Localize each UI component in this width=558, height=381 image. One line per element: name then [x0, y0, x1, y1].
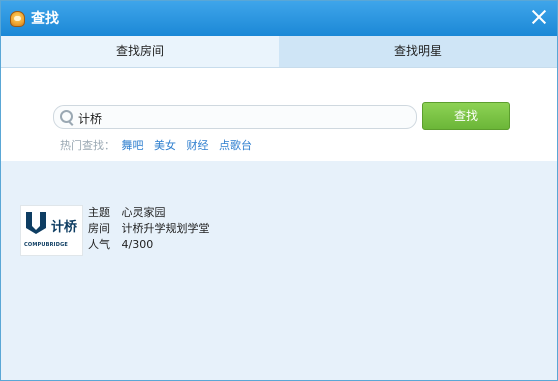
room-thumbnail[interactable]: 计桥 COMPUBRIDGE [20, 205, 83, 256]
close-icon[interactable] [529, 7, 549, 27]
search-button[interactable]: 查找 [422, 102, 510, 130]
topic-value: 心灵家园 [121, 206, 166, 219]
search-input[interactable] [76, 108, 410, 128]
search-icon [60, 110, 73, 123]
search-area: 查找 热门查找： 舞吧 美女 财经 点歌台 [1, 68, 557, 161]
popularity-value: 4/300 [121, 238, 154, 251]
info-row-topic: 主题 心灵家园 [88, 205, 210, 221]
tab-find-star[interactable]: 查找明星 [279, 36, 557, 67]
app-logo-icon [10, 11, 25, 27]
hot-link-finance[interactable]: 财经 [187, 139, 209, 152]
room-info: 主题 心灵家园 房间 计桥升学规划学堂 人气 4/300 [88, 205, 210, 253]
window-title: 查找 [31, 11, 59, 27]
title-bar: 查找 [1, 1, 557, 36]
info-row-room: 房间 计桥升学规划学堂 [88, 221, 210, 237]
tab-find-room[interactable]: 查找房间 [1, 36, 279, 67]
search-window: 查找 查找房间 查找明星 查找 热门查找： 舞吧 美女 财经 点歌台 计桥 [0, 0, 558, 381]
room-key: 房间 [88, 222, 110, 235]
hot-link-beauty[interactable]: 美女 [154, 139, 176, 152]
logo-text: 计桥 [51, 220, 78, 235]
hot-search-label: 热门查找： [60, 139, 115, 152]
search-box[interactable] [53, 105, 417, 129]
tab-bar: 查找房间 查找明星 [1, 36, 557, 68]
room-value: 计桥升学规划学堂 [121, 222, 210, 235]
room-result-card[interactable]: 计桥 COMPUBRIDGE 主题 心灵家园 房间 计桥升学规划学堂 人气 4/… [20, 205, 420, 256]
topic-key: 主题 [88, 206, 110, 219]
hot-link-dance[interactable]: 舞吧 [122, 139, 144, 152]
hot-link-karaoke[interactable]: 点歌台 [219, 139, 252, 152]
popularity-key: 人气 [88, 238, 110, 251]
hot-search-row: 热门查找： 舞吧 美女 财经 点歌台 [60, 138, 252, 154]
compubridge-logo-icon [26, 212, 46, 234]
results-area: 计桥 COMPUBRIDGE 主题 心灵家园 房间 计桥升学规划学堂 人气 4/… [1, 161, 557, 380]
info-row-popularity: 人气 4/300 [88, 237, 210, 253]
logo-subtext: COMPUBRIDGE [24, 242, 69, 248]
